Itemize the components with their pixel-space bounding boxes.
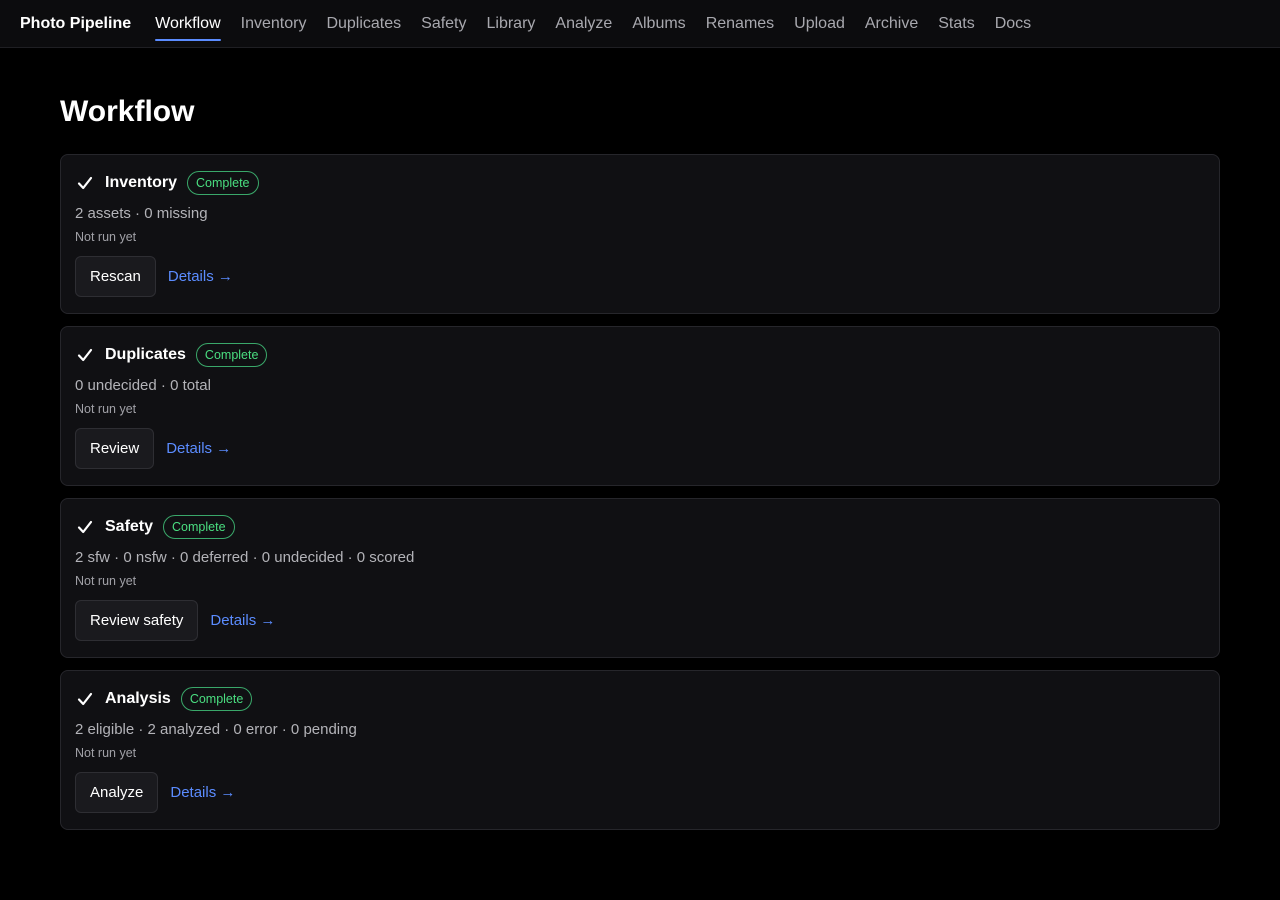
status-badge: Complete [187, 171, 259, 195]
step-card-safety: Safety Complete 2 sfw · 0 nsfw · 0 defer… [60, 498, 1220, 658]
step-last-run: Not run yet [75, 746, 137, 760]
nav-item-renames[interactable]: Renames [706, 0, 774, 48]
step-stats: 0 undecided · 0 total [75, 377, 211, 394]
step-title: Analysis [105, 690, 171, 707]
details-link[interactable]: Details → [168, 268, 233, 285]
step-title: Inventory [105, 174, 178, 191]
nav-item-stats[interactable]: Stats [938, 0, 974, 48]
step-title: Duplicates [105, 346, 186, 363]
nav-item-analyze[interactable]: Analyze [555, 0, 612, 48]
nav-item-archive[interactable]: Archive [865, 0, 918, 48]
step-last-run: Not run yet [75, 574, 137, 588]
step-actions: Review Details → [75, 428, 1205, 469]
step-actions: Rescan Details → [75, 256, 1205, 297]
status-badge: Complete [195, 343, 268, 367]
check-icon [75, 345, 95, 365]
nav-item-inventory[interactable]: Inventory [241, 0, 307, 48]
page-title: Workflow [60, 95, 195, 128]
step-card-inventory: Inventory Complete 2 assets · 0 missing … [60, 154, 1220, 314]
step-header: Analysis Complete [75, 687, 1205, 711]
step-actions: Review safety Details → [75, 600, 1205, 641]
step-stats: 2 sfw · 0 nsfw · 0 deferred · 0 undecide… [75, 549, 415, 566]
main-content: Workflow Inventory Complete 2 assets · 0… [0, 48, 1280, 830]
app-title[interactable]: Photo Pipeline [20, 15, 131, 33]
step-last-run: Not run yet [75, 230, 137, 244]
nav-item-docs[interactable]: Docs [995, 0, 1031, 48]
nav-item-workflow[interactable]: Workflow [155, 0, 221, 48]
nav-item-albums[interactable]: Albums [632, 0, 685, 48]
nav-item-library[interactable]: Library [487, 0, 536, 48]
review-button[interactable]: Review [75, 428, 155, 469]
nav-item-upload[interactable]: Upload [794, 0, 845, 48]
nav-item-duplicates[interactable]: Duplicates [326, 0, 401, 48]
status-badge: Complete [163, 515, 235, 539]
step-header: Inventory Complete [75, 171, 1205, 195]
nav-links: Workflow Inventory Duplicates Safety Lib… [155, 0, 1051, 48]
step-last-run: Not run yet [75, 402, 137, 416]
step-title: Safety [105, 518, 154, 535]
check-icon [75, 517, 95, 537]
status-badge: Complete [180, 687, 253, 711]
step-actions: Analyze Details → [75, 772, 1205, 813]
step-stats: 2 assets · 0 missing [75, 205, 208, 222]
step-stats: 2 eligible · 2 analyzed · 0 error · 0 pe… [75, 721, 357, 738]
step-card-duplicates: Duplicates Complete 0 undecided · 0 tota… [60, 326, 1220, 486]
details-link[interactable]: Details → [166, 440, 231, 457]
review-safety-button[interactable]: Review safety [75, 600, 199, 641]
rescan-button[interactable]: Rescan [75, 256, 156, 297]
top-nav: Photo Pipeline Workflow Inventory Duplic… [0, 0, 1280, 48]
check-icon [75, 689, 95, 709]
check-icon [75, 173, 95, 193]
details-link[interactable]: Details → [210, 612, 275, 629]
step-header: Duplicates Complete [75, 343, 1205, 367]
step-card-analysis: Analysis Complete 2 eligible · 2 analyze… [60, 670, 1220, 830]
analyze-button[interactable]: Analyze [75, 772, 159, 813]
step-header: Safety Complete [75, 515, 1205, 539]
details-link[interactable]: Details → [170, 784, 235, 801]
nav-item-safety[interactable]: Safety [421, 0, 466, 48]
